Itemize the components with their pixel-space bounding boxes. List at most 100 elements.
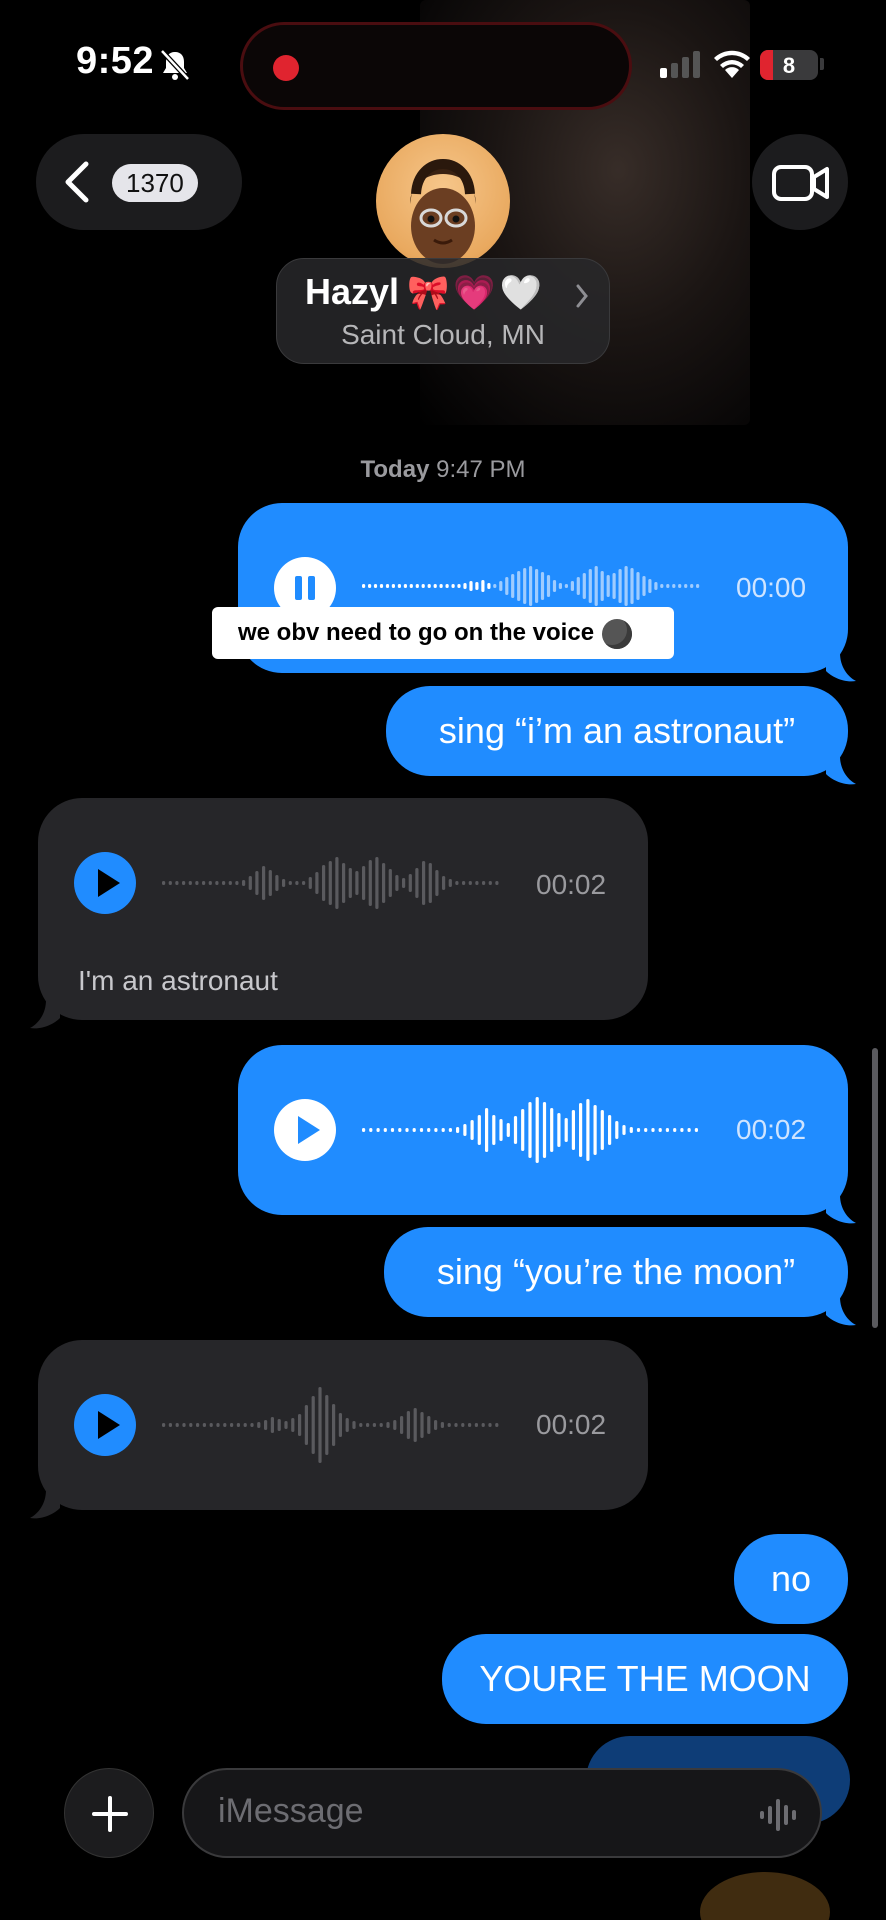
- waveform-bar: [481, 1423, 485, 1427]
- play-button[interactable]: [74, 852, 136, 914]
- waveform-bar: [355, 871, 359, 895]
- recording-indicator: [273, 55, 299, 81]
- received-audio-message[interactable]: 00:02 I'm an astronaut: [30, 798, 648, 1029]
- memoji-avatar: [410, 159, 476, 264]
- waveform-bar: [415, 584, 419, 588]
- sent-text-message[interactable]: YOURE THE MOON: [442, 1634, 848, 1724]
- waveform-bar: [311, 1396, 315, 1454]
- contact-avatar[interactable]: [376, 134, 510, 268]
- back-button[interactable]: 1370: [36, 134, 242, 230]
- contact-name: Hazyl: [305, 271, 400, 312]
- waveform-bar: [400, 1416, 404, 1434]
- waveform-bar: [571, 1110, 575, 1150]
- waveform-bar: [257, 1422, 261, 1428]
- waveform-bar: [243, 1423, 247, 1427]
- waveform-bar: [696, 584, 700, 588]
- sent-text-message[interactable]: sing “i’m an astronaut”: [386, 686, 856, 785]
- play-button[interactable]: [274, 1099, 336, 1161]
- waveform-bar: [434, 1128, 438, 1132]
- waveform-bar: [209, 1423, 213, 1427]
- video-caption-overlay: we obv need to go on the voice: [212, 607, 674, 659]
- waveform-bar: [322, 865, 326, 901]
- play-button[interactable]: [74, 1394, 136, 1456]
- waveform-bar: [182, 1423, 186, 1427]
- new-moon-emoji: [602, 618, 633, 649]
- waveform-bar: [405, 1128, 409, 1132]
- waveform-bar: [495, 881, 499, 885]
- waveform-bar: [284, 1421, 288, 1429]
- waveform-bar: [690, 584, 694, 588]
- waveform-bar: [475, 881, 479, 885]
- waveform-bar: [528, 1102, 532, 1158]
- waveform-bar: [511, 574, 515, 598]
- waveform-bar: [427, 584, 431, 588]
- waveform-bar: [445, 584, 449, 588]
- waveform-bar: [382, 863, 386, 903]
- waveform-bar: [383, 1128, 387, 1132]
- waveform-bar: [433, 584, 437, 588]
- waveform-bar: [362, 584, 366, 588]
- sent-audio-message[interactable]: 00:02: [238, 1045, 856, 1224]
- waveform-bar: [448, 1128, 452, 1132]
- battery-nub: [820, 58, 824, 70]
- waveform-bar: [182, 881, 186, 885]
- waveform-bar: [376, 1128, 380, 1132]
- received-audio-message[interactable]: 00:02: [30, 1340, 648, 1519]
- waveform-bar: [648, 579, 652, 593]
- waveform-bar: [386, 1422, 390, 1428]
- waveform-bar: [606, 575, 610, 597]
- waveform-bar: [463, 583, 467, 589]
- waveform-bar: [564, 584, 568, 588]
- waveform-bar: [579, 1103, 583, 1157]
- waveform-bar: [535, 1097, 539, 1163]
- dynamic-island[interactable]: [240, 22, 632, 110]
- bubble-tail: [30, 1490, 60, 1519]
- facetime-video-button[interactable]: [752, 134, 848, 230]
- waveform-bar: [385, 584, 390, 588]
- waveform-bar: [162, 881, 166, 885]
- audio-record-icon[interactable]: [758, 1796, 802, 1834]
- waveform-bar: [642, 576, 646, 596]
- waveform-bar: [175, 881, 179, 885]
- chat-timestamp: Today 9:47 PM: [0, 456, 886, 484]
- waveform-bar: [481, 580, 485, 592]
- scroll-indicator[interactable]: [872, 1048, 878, 1328]
- waveform-bar: [375, 857, 379, 909]
- waveform-bar: [368, 860, 372, 906]
- waveform-bar: [408, 874, 412, 892]
- waveform-bar: [282, 879, 286, 887]
- waveform-bar: [406, 1411, 410, 1439]
- waveform-bar: [420, 1412, 424, 1438]
- waveform-bar: [434, 1420, 438, 1430]
- waveform-bar: [168, 1423, 172, 1427]
- sent-text-message[interactable]: sing “you’re the moon”: [384, 1227, 856, 1326]
- chevron-right-icon: [576, 284, 588, 308]
- waveform-bar: [542, 1102, 547, 1158]
- waveform-bar: [368, 584, 372, 588]
- waveform-bar: [493, 584, 497, 588]
- waveform-bar: [379, 1423, 383, 1427]
- contact-name-pill[interactable]: Hazyl 🎀💗🤍 Saint Cloud, MN: [276, 258, 610, 364]
- waveform-bar: [419, 1128, 424, 1132]
- waveform-bar: [461, 1423, 465, 1427]
- waveform-bar: [448, 879, 452, 887]
- waveform-bar: [388, 869, 392, 897]
- sent-text-message[interactable]: no: [734, 1534, 848, 1624]
- waveform-bar: [495, 1423, 499, 1427]
- message-input[interactable]: iMessage: [182, 1768, 822, 1858]
- wifi-icon: [714, 50, 750, 78]
- bubble-tail: [826, 756, 856, 785]
- waveform-bar: [454, 1423, 458, 1427]
- video-camera-icon: [772, 165, 829, 201]
- waveform-bar: [162, 1423, 166, 1427]
- timestamp-time: 9:47 PM: [436, 456, 526, 483]
- waveform-bar: [291, 1418, 295, 1432]
- waveform-bar: [308, 877, 312, 889]
- bubble-tail: [826, 653, 856, 682]
- add-attachment-button[interactable]: [64, 1768, 154, 1858]
- waveform-bar: [415, 868, 419, 898]
- chevron-left-icon: [65, 161, 89, 203]
- waveform-bar: [593, 1105, 597, 1155]
- waveform-bar: [442, 876, 446, 890]
- plus-icon: [92, 1796, 128, 1832]
